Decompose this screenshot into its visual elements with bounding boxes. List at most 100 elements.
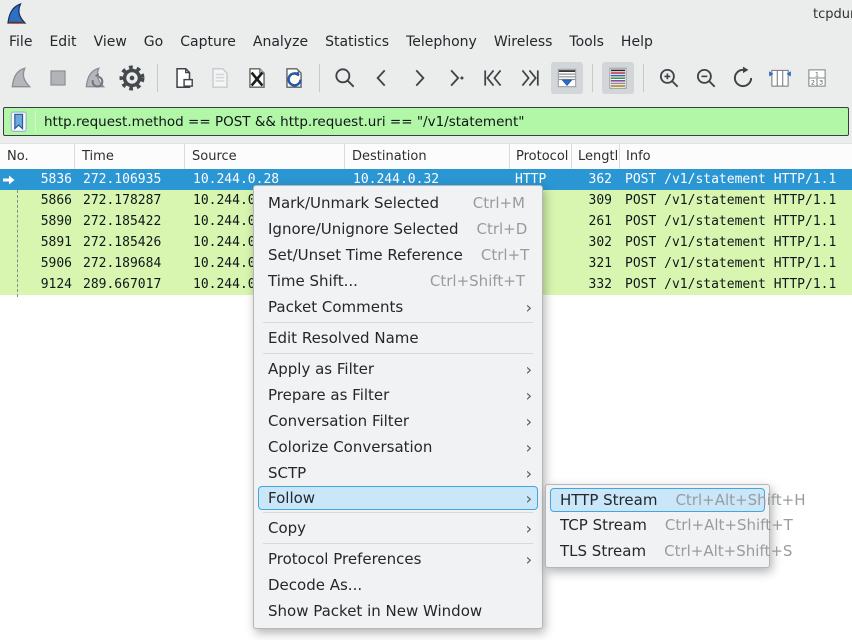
capture-options-button[interactable] <box>116 62 148 94</box>
submenu-arrow-icon: › <box>520 360 532 379</box>
go-forward-button[interactable] <box>403 62 435 94</box>
filter-bookmark-icon[interactable] <box>10 111 28 133</box>
menu-separator <box>263 543 533 544</box>
resize-columns-icon <box>767 65 793 91</box>
menu-statistics[interactable]: Statistics <box>325 34 389 50</box>
menu-view[interactable]: View <box>94 34 127 50</box>
go-last-packet-button[interactable] <box>514 62 546 94</box>
column-header-info[interactable]: Info <box>620 144 852 169</box>
colorize-packets-button[interactable] <box>602 62 634 94</box>
wireshark-window: tcpdur File Edit View Go Capture Analyze… <box>0 0 852 640</box>
close-file-button[interactable] <box>241 62 273 94</box>
menu-item-conversation-filter[interactable]: Conversation Filter › <box>254 408 542 434</box>
svg-text:2: 2 <box>811 79 815 87</box>
normal-size-button[interactable] <box>727 62 759 94</box>
submenu-arrow-icon: › <box>520 412 532 431</box>
menu-wireless[interactable]: Wireless <box>494 34 553 50</box>
svg-text:1: 1 <box>815 70 819 78</box>
toolbar-separator <box>592 64 593 92</box>
column-header-no[interactable]: No. <box>0 144 75 169</box>
window-title: tcpdur <box>813 7 852 22</box>
reload-file-icon <box>281 65 307 91</box>
go-forward-icon <box>406 65 432 91</box>
auto-scroll-button[interactable] <box>551 62 583 94</box>
menu-item-decode-as[interactable]: Decode As... <box>254 572 542 598</box>
menu-telephony[interactable]: Telephony <box>406 34 477 50</box>
toolbar-separator <box>643 64 644 92</box>
menu-item-show-packet-in-new-window[interactable]: Show Packet in New Window <box>254 598 542 624</box>
go-first-packet-button[interactable] <box>477 62 509 94</box>
menu-item-protocol-preferences[interactable]: Protocol Preferences › <box>254 546 542 572</box>
menu-item-time-shift[interactable]: Time Shift... Ctrl+Shift+T <box>254 268 542 294</box>
zoom-in-button[interactable] <box>653 62 685 94</box>
menu-item-http-stream[interactable]: HTTP Stream Ctrl+Alt+Shift+H <box>550 488 765 512</box>
display-filter-input[interactable]: http.request.method == POST && http.requ… <box>44 114 524 130</box>
find-packet-button[interactable] <box>329 62 361 94</box>
submenu-arrow-icon: › <box>520 550 532 569</box>
related-packets-line <box>17 190 18 297</box>
stop-capture-button[interactable] <box>42 62 74 94</box>
go-to-packet-icon <box>443 65 469 91</box>
save-file-button[interactable] <box>204 62 236 94</box>
reload-file-button[interactable] <box>278 62 310 94</box>
zoom-out-button[interactable] <box>690 62 722 94</box>
toolbar-separator <box>319 64 320 92</box>
stop-capture-icon <box>45 65 71 91</box>
column-header-source[interactable]: Source <box>185 144 345 169</box>
save-file-icon <box>207 65 233 91</box>
open-file-button[interactable] <box>167 62 199 94</box>
menu-separator <box>263 322 533 323</box>
restart-capture-button[interactable] <box>79 62 111 94</box>
follow-submenu: HTTP Stream Ctrl+Alt+Shift+H TCP Stream … <box>545 484 770 568</box>
find-packet-icon <box>332 65 358 91</box>
menu-item-apply-as-filter[interactable]: Apply as Filter › <box>254 356 542 382</box>
layout-button[interactable]: 1 2 3 <box>801 62 833 94</box>
colorize-packets-icon <box>605 65 631 91</box>
menu-tools[interactable]: Tools <box>569 34 604 50</box>
menu-separator <box>263 512 533 513</box>
svg-text:3: 3 <box>819 79 823 87</box>
start-capture-icon <box>8 65 34 91</box>
go-back-icon <box>369 65 395 91</box>
display-filter-bar[interactable]: http.request.method == POST && http.requ… <box>3 107 849 136</box>
resize-columns-button[interactable] <box>764 62 796 94</box>
column-header-destination[interactable]: Destination <box>345 144 510 169</box>
main-toolbar: 1 2 3 <box>0 56 852 100</box>
menu-item-tcp-stream[interactable]: TCP Stream Ctrl+Alt+Shift+T <box>546 512 769 538</box>
auto-scroll-icon <box>554 65 580 91</box>
submenu-arrow-icon: › <box>520 386 532 405</box>
menu-help[interactable]: Help <box>621 34 653 50</box>
menu-analyze[interactable]: Analyze <box>253 34 308 50</box>
submenu-arrow-icon: › <box>520 489 532 508</box>
packet-list-header: No. Time Source Destination Protocol Len… <box>0 143 852 169</box>
submenu-arrow-icon: › <box>520 519 532 538</box>
menu-item-sctp[interactable]: SCTP › <box>254 460 542 486</box>
go-to-packet-button[interactable] <box>440 62 472 94</box>
menu-item-copy[interactable]: Copy › <box>254 515 542 541</box>
menu-separator <box>263 353 533 354</box>
current-packet-arrow-icon <box>2 174 16 186</box>
menu-go[interactable]: Go <box>144 34 163 50</box>
column-header-protocol[interactable]: Protocol <box>510 144 572 169</box>
menu-item-colorize-conversation[interactable]: Colorize Conversation › <box>254 434 542 460</box>
column-header-time[interactable]: Time <box>75 144 185 169</box>
menu-edit[interactable]: Edit <box>49 34 76 50</box>
menu-item-follow[interactable]: Follow › <box>258 486 538 510</box>
capture-options-icon <box>118 64 146 92</box>
submenu-arrow-icon: › <box>520 298 532 317</box>
menu-capture[interactable]: Capture <box>180 34 236 50</box>
wireshark-logo-icon <box>4 2 28 26</box>
menu-item-ignore-unignore-selected[interactable]: Ignore/Unignore Selected Ctrl+D <box>254 216 542 242</box>
menu-item-packet-comments[interactable]: Packet Comments › <box>254 294 542 320</box>
menu-item-mark-unmark-selected[interactable]: Mark/Unmark Selected Ctrl+M <box>254 190 542 216</box>
column-header-length[interactable]: Lengtl <box>572 144 620 169</box>
go-last-packet-icon <box>517 65 543 91</box>
submenu-arrow-icon: › <box>520 438 532 457</box>
menu-item-set-unset-time-reference[interactable]: Set/Unset Time Reference Ctrl+T <box>254 242 542 268</box>
menu-file[interactable]: File <box>9 34 32 50</box>
menu-item-tls-stream[interactable]: TLS Stream Ctrl+Alt+Shift+S <box>546 538 769 564</box>
start-capture-button[interactable] <box>5 62 37 94</box>
menu-item-edit-resolved-name[interactable]: Edit Resolved Name <box>254 325 542 351</box>
menu-item-prepare-as-filter[interactable]: Prepare as Filter › <box>254 382 542 408</box>
go-back-button[interactable] <box>366 62 398 94</box>
